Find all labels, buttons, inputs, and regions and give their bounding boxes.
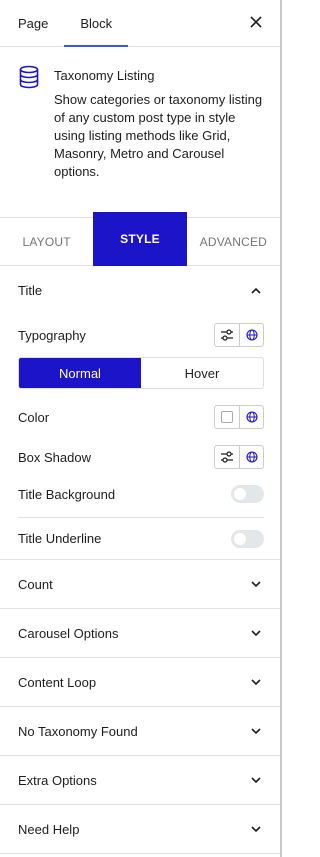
tab-style[interactable]: STYLE <box>93 212 187 266</box>
globe-icon[interactable] <box>239 446 263 468</box>
block-settings-panel: Page Block Taxonomy Listing Show categor… <box>0 0 282 857</box>
tab-advanced[interactable]: ADVANCED <box>187 218 280 265</box>
title-section-header[interactable]: Title <box>0 266 280 315</box>
chevron-down-icon <box>251 679 261 686</box>
chevron-down-icon <box>251 630 261 637</box>
section-no-taxonomy-found[interactable]: No Taxonomy Found <box>0 707 280 756</box>
section-need-help[interactable]: Need Help <box>0 805 280 854</box>
box-shadow-controls <box>214 445 264 469</box>
globe-icon[interactable] <box>239 324 263 346</box>
title-background-row: Title Background <box>18 477 264 511</box>
block-title: Taxonomy Listing <box>54 68 155 83</box>
section-label: Extra Options <box>18 772 97 788</box>
sidebar-tabs: Page Block <box>0 0 280 47</box>
section-label: Need Help <box>18 821 80 837</box>
toggle-knob <box>234 532 246 545</box>
section-extra-options[interactable]: Extra Options <box>0 756 280 805</box>
title-section-label: Title <box>18 283 43 298</box>
color-label: Color <box>18 409 50 425</box>
title-background-label: Title Background <box>18 486 116 502</box>
chevron-up-icon <box>251 287 261 294</box>
section-content-loop[interactable]: Content Loop <box>0 658 280 707</box>
tab-page[interactable]: Page <box>0 0 64 46</box>
color-swatch[interactable] <box>215 406 239 428</box>
section-label: Count <box>18 576 53 592</box>
tab-hover[interactable]: Hover <box>141 358 263 388</box>
section-label: No Taxonomy Found <box>18 723 138 739</box>
tab-normal[interactable]: Normal <box>19 358 141 388</box>
color-swatch-preview <box>221 411 233 423</box>
title-underline-label: Title Underline <box>18 531 102 546</box>
style-tabs: LAYOUT STYLE ADVANCED <box>0 212 280 266</box>
chevron-down-icon <box>251 826 261 833</box>
chevron-down-icon <box>251 728 261 735</box>
section-label: Carousel Options <box>18 625 119 641</box>
tab-block[interactable]: Block <box>64 0 128 47</box>
section-label: Content Loop <box>18 674 97 690</box>
state-tabs: Normal Hover <box>18 357 264 389</box>
box-shadow-row: Box Shadow <box>18 437 264 477</box>
close-icon[interactable] <box>246 12 266 32</box>
color-row: Color <box>18 397 264 437</box>
chevron-down-icon <box>251 777 261 784</box>
globe-icon[interactable] <box>239 406 263 428</box>
toggle-knob <box>234 488 246 500</box>
sliders-icon[interactable] <box>215 324 239 346</box>
chevron-down-icon <box>251 581 261 588</box>
box-shadow-label: Box Shadow <box>18 449 91 465</box>
title-background-toggle[interactable] <box>231 485 264 503</box>
tab-page-label: Page <box>18 15 49 31</box>
sliders-icon[interactable] <box>215 446 239 468</box>
block-description: Show categories or taxonomy listing of a… <box>54 92 263 179</box>
typography-controls <box>214 323 264 347</box>
database-icon <box>18 65 42 89</box>
block-card: Taxonomy Listing Show categories or taxo… <box>0 47 280 218</box>
section-count[interactable]: Count <box>0 560 280 609</box>
title-section-body: Typography Normal Hover Color Box Shadow… <box>0 315 280 559</box>
title-underline-toggle[interactable] <box>231 529 264 548</box>
typography-label: Typography <box>18 327 86 343</box>
tab-block-label: Block <box>80 15 113 31</box>
section-carousel-options[interactable]: Carousel Options <box>0 609 280 658</box>
title-underline-row: Title Underline <box>18 518 264 559</box>
tab-layout[interactable]: LAYOUT <box>0 218 93 265</box>
title-section: Title Typography Normal Hover Color Box … <box>0 266 280 560</box>
color-controls <box>214 405 264 429</box>
typography-row: Typography <box>18 315 264 355</box>
